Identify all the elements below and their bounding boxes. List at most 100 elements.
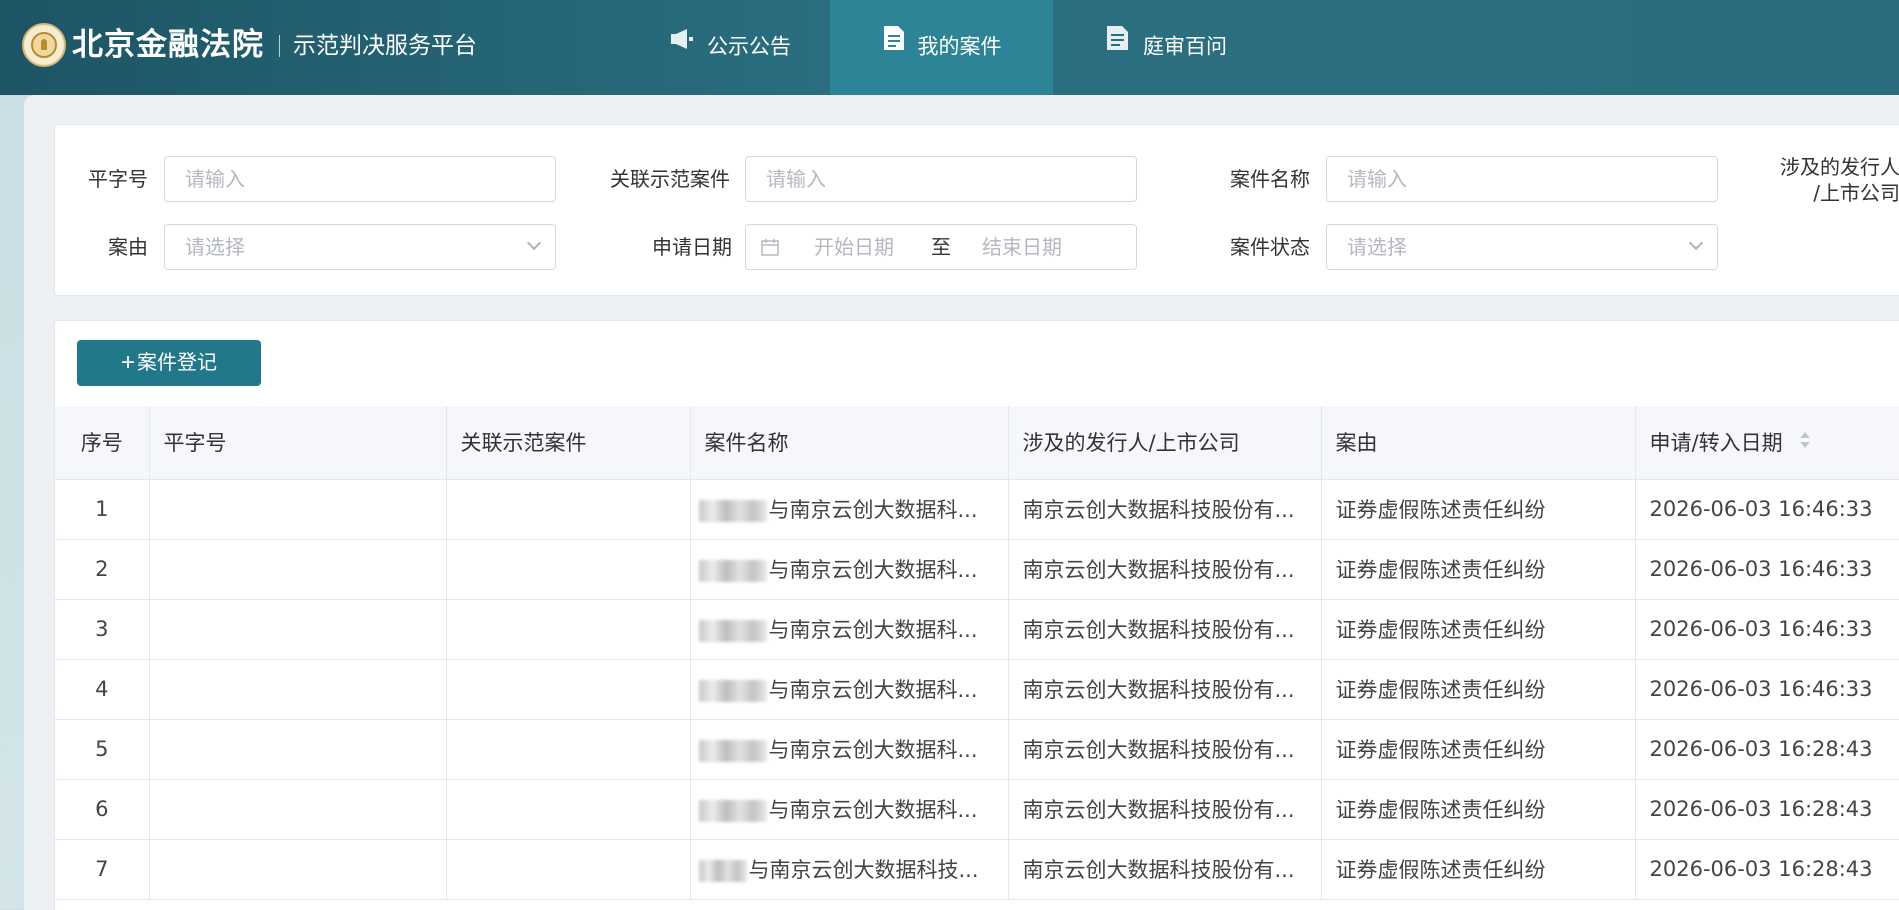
document-icon	[882, 0, 906, 91]
court-logo-icon	[22, 23, 66, 67]
cell-case-number	[149, 839, 447, 900]
cell-apply-date: 2026-06-03 16:28:43	[1635, 779, 1899, 840]
cell-seq: 1	[55, 479, 150, 540]
redacted-text	[698, 620, 767, 642]
cell-case-number	[149, 479, 447, 540]
cell-cause: 证券虚假陈述责任纠纷	[1321, 659, 1636, 720]
cases-table: 序号 平字号 关联示范案件 案件名称 涉及的发行人/上市公司 案由 申请/转入日…	[55, 406, 1899, 900]
cell-seq: 6	[55, 779, 150, 840]
add-case-label: 案件登记	[137, 352, 217, 374]
table-header-row: 序号 平字号 关联示范案件 案件名称 涉及的发行人/上市公司 案由 申请/转入日…	[55, 406, 1899, 480]
platform-name: 示范判决服务平台	[293, 33, 477, 59]
top-header: 北京金融法院 示范判决服务平台 公示公告 我的案件 庭审百问	[0, 0, 1899, 95]
related-case-input[interactable]: 请输入	[745, 156, 1137, 202]
column-header-seq: 序号	[55, 406, 150, 480]
filter-card	[54, 124, 1899, 296]
cell-seq: 2	[55, 539, 150, 600]
column-header-apply-date-label: 申请/转入日期	[1649, 431, 1783, 456]
column-header-issuer: 涉及的发行人/上市公司	[1008, 406, 1322, 480]
column-header-cause: 案由	[1321, 406, 1636, 480]
cell-apply-date: 2026-06-03 16:28:43	[1635, 719, 1899, 780]
add-case-button[interactable]: + 案件登记	[77, 340, 261, 386]
plus-icon: +	[120, 349, 135, 376]
column-header-apply-date[interactable]: 申请/转入日期	[1635, 406, 1899, 480]
redacted-text	[698, 500, 767, 522]
title-divider	[279, 35, 280, 57]
nav-tab-announcements[interactable]: 公示公告	[620, 0, 840, 95]
nav-label: 公示公告	[707, 34, 791, 59]
table-row[interactable]: 1 与南京云创大数据科... 南京云创大数据科技股份有... 证券虚假陈述责任纠…	[55, 479, 1899, 540]
nav-label: 我的案件	[917, 34, 1002, 59]
case-name-text: 与南京云创大数据科技...	[748, 858, 979, 882]
cell-related-case	[446, 479, 691, 540]
table-row[interactable]: 5 与南京云创大数据科... 南京云创大数据科技股份有... 证券虚假陈述责任纠…	[55, 719, 1899, 780]
cell-case-name: 与南京云创大数据科技...	[690, 839, 1009, 900]
cell-case-number	[149, 599, 447, 660]
filter-label-cause: 案由	[108, 235, 148, 259]
input-placeholder: 请输入	[1347, 167, 1407, 191]
cell-issuer: 南京云创大数据科技股份有...	[1008, 779, 1322, 840]
end-date-placeholder: 结束日期	[982, 235, 1062, 259]
issuer-label-line2: /上市公司	[1813, 181, 1899, 205]
cell-case-name: 与南京云创大数据科...	[690, 719, 1009, 780]
cell-case-number	[149, 719, 447, 780]
case-name-text: 与南京云创大数据科...	[768, 558, 978, 582]
select-placeholder: 请选择	[185, 235, 245, 259]
case-name-text: 与南京云创大数据科...	[768, 618, 978, 642]
cell-related-case	[446, 779, 691, 840]
filter-label-case-number: 平字号	[88, 167, 148, 191]
cell-apply-date: 2026-06-03 16:46:33	[1635, 599, 1899, 660]
status-select[interactable]: 请选择	[1326, 224, 1718, 270]
cell-issuer: 南京云创大数据科技股份有...	[1008, 839, 1322, 900]
redacted-text	[698, 740, 767, 762]
apply-date-range-picker[interactable]: 开始日期 至 结束日期	[745, 224, 1137, 270]
cell-seq: 5	[55, 719, 150, 780]
redacted-text	[698, 560, 767, 582]
court-name: 北京金融法院	[72, 27, 264, 63]
cell-related-case	[446, 599, 691, 660]
sort-icon[interactable]	[1799, 430, 1811, 455]
redacted-text	[698, 860, 747, 882]
nav-tab-my-cases[interactable]: 我的案件	[830, 0, 1053, 95]
filter-label-related-case: 关联示范案件	[610, 167, 730, 191]
case-name-text: 与南京云创大数据科...	[768, 798, 978, 822]
case-name-text: 与南京云创大数据科...	[768, 678, 978, 702]
chevron-down-icon	[526, 235, 542, 251]
cell-issuer: 南京云创大数据科技股份有...	[1008, 479, 1322, 540]
table-row[interactable]: 6 与南京云创大数据科... 南京云创大数据科技股份有... 证券虚假陈述责任纠…	[55, 779, 1899, 840]
cell-related-case	[446, 839, 691, 900]
cell-case-name: 与南京云创大数据科...	[690, 479, 1009, 540]
table-row[interactable]: 7 与南京云创大数据科技... 南京云创大数据科技股份有... 证券虚假陈述责任…	[55, 839, 1899, 900]
cell-issuer: 南京云创大数据科技股份有...	[1008, 539, 1322, 600]
cell-case-number	[149, 539, 447, 600]
issuer-label-line1: 涉及的发行人	[1780, 155, 1899, 179]
cell-case-name: 与南京云创大数据科...	[690, 659, 1009, 720]
redacted-text	[698, 800, 767, 822]
nav-tab-trial-faq[interactable]: 庭审百问	[1053, 0, 1279, 95]
cell-issuer: 南京云创大数据科技股份有...	[1008, 599, 1322, 660]
redacted-text	[698, 680, 767, 702]
cell-cause: 证券虚假陈述责任纠纷	[1321, 779, 1636, 840]
case-name-input[interactable]: 请输入	[1326, 156, 1718, 202]
cell-apply-date: 2026-06-03 16:46:33	[1635, 659, 1899, 720]
cell-case-name: 与南京云创大数据科...	[690, 599, 1009, 660]
case-name-text: 与南京云创大数据科...	[768, 738, 978, 762]
column-header-case-name: 案件名称	[690, 406, 1009, 480]
table-row[interactable]: 3 与南京云创大数据科... 南京云创大数据科技股份有... 证券虚假陈述责任纠…	[55, 599, 1899, 660]
table-row[interactable]: 2 与南京云创大数据科... 南京云创大数据科技股份有... 证券虚假陈述责任纠…	[55, 539, 1899, 600]
case-name-text: 与南京云创大数据科...	[768, 498, 978, 522]
filter-label-apply-date: 申请日期	[652, 235, 732, 259]
filter-label-case-name: 案件名称	[1230, 167, 1310, 191]
select-placeholder: 请选择	[1347, 235, 1407, 259]
filter-label-status: 案件状态	[1230, 235, 1310, 259]
input-placeholder: 请输入	[766, 167, 826, 191]
date-range-separator: 至	[931, 235, 951, 259]
table-row[interactable]: 4 与南京云创大数据科... 南京云创大数据科技股份有... 证券虚假陈述责任纠…	[55, 659, 1899, 720]
start-date-placeholder: 开始日期	[814, 235, 894, 259]
chevron-down-icon	[1688, 235, 1704, 251]
cause-select[interactable]: 请选择	[164, 224, 556, 270]
cell-case-number	[149, 659, 447, 720]
cell-cause: 证券虚假陈述责任纠纷	[1321, 719, 1636, 780]
cell-apply-date: 2026-06-03 16:46:33	[1635, 539, 1899, 600]
case-number-input[interactable]: 请输入	[164, 156, 556, 202]
